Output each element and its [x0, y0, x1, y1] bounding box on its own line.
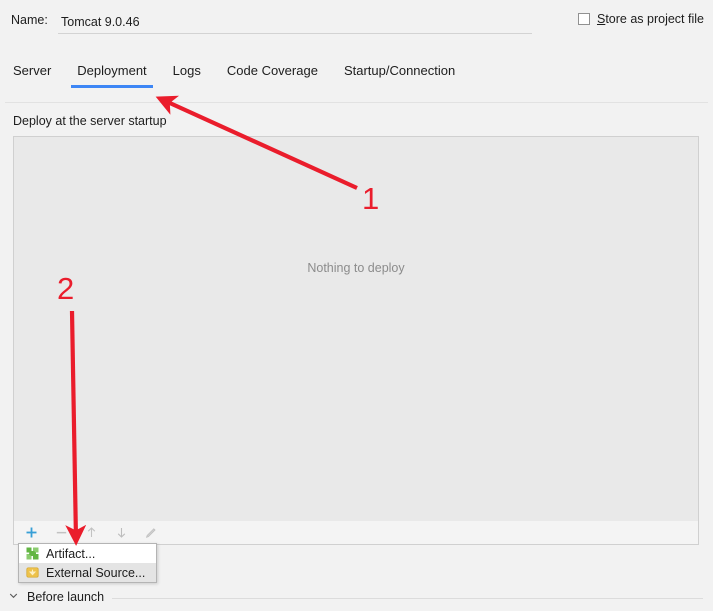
tab-server[interactable]: Server [13, 60, 51, 88]
tab-label: Deployment [77, 63, 147, 78]
deployment-list[interactable]: Nothing to deploy [13, 136, 699, 522]
tab-deployment[interactable]: Deployment [71, 60, 154, 88]
arrow-down-icon [111, 523, 131, 543]
tab-bar: Server Deployment Logs Code Coverage Sta… [0, 60, 713, 93]
name-input[interactable] [58, 11, 532, 34]
tab-label: Code Coverage [226, 63, 318, 78]
external-source-icon [25, 566, 39, 580]
before-launch-section[interactable]: Before launch [0, 586, 713, 608]
chevron-down-icon[interactable] [8, 590, 19, 604]
pencil-icon [141, 523, 161, 543]
tab-label: Startup/Connection [343, 63, 456, 78]
tab-logs[interactable]: Logs [173, 60, 201, 88]
menu-item-label: External Source... [46, 565, 146, 580]
menu-item-external-source[interactable]: External Source... [19, 563, 156, 582]
store-label-rest: tore as project file [605, 12, 704, 26]
store-as-project-file-label: Store as project file [597, 12, 704, 26]
deployment-panel: Deploy at the server startup Nothing to … [5, 102, 708, 581]
empty-list-message: Nothing to deploy [307, 261, 405, 275]
tab-startup-connection[interactable]: Startup/Connection [344, 60, 455, 88]
menu-item-label: Artifact... [46, 546, 96, 561]
arrow-up-icon [81, 523, 101, 543]
artifact-icon [25, 547, 39, 561]
checkbox-box[interactable] [577, 13, 590, 25]
tab-code-coverage[interactable]: Code Coverage [227, 60, 318, 88]
tab-label: Logs [172, 63, 201, 78]
minus-icon [51, 523, 71, 543]
before-launch-label: Before launch [27, 590, 105, 604]
deployment-list-toolbar [13, 521, 699, 545]
deploy-at-server-startup-label: Deploy at the server startup [13, 114, 167, 128]
store-as-project-file-checkbox[interactable]: Store as project file [577, 12, 704, 26]
name-label: Name: [11, 13, 48, 27]
menu-item-artifact[interactable]: Artifact... [19, 544, 156, 563]
before-launch-divider [112, 597, 703, 599]
name-row: Name: Store as project file [0, 0, 713, 47]
add-deployment-popup-menu[interactable]: Artifact... External Source... [18, 543, 157, 583]
plus-icon[interactable] [21, 523, 41, 543]
tab-label: Server [13, 63, 52, 78]
